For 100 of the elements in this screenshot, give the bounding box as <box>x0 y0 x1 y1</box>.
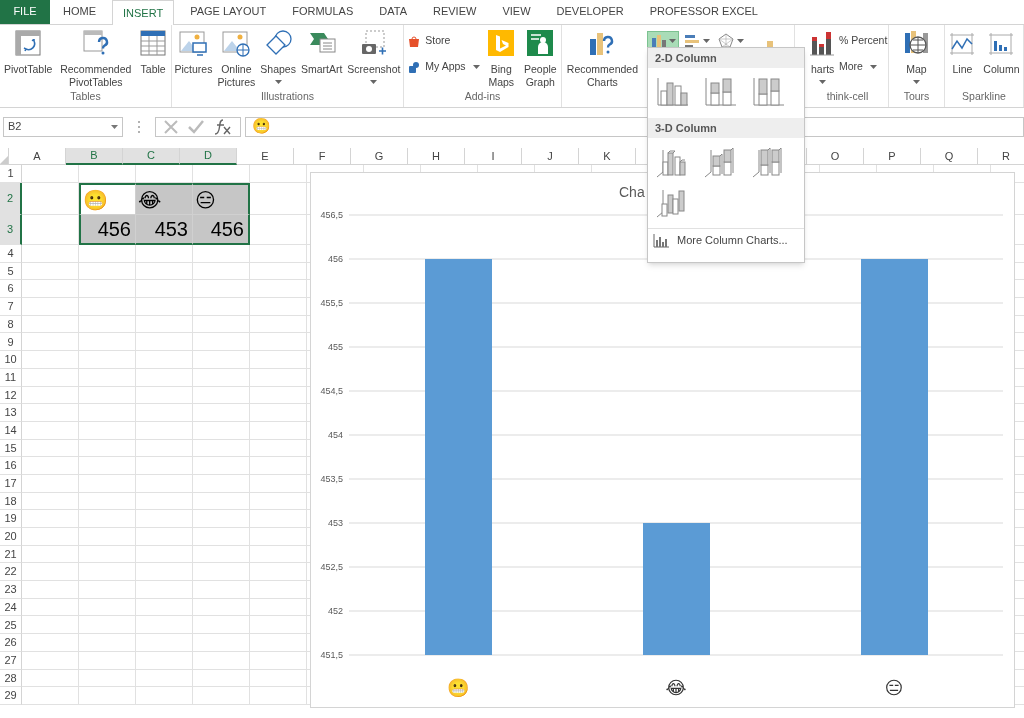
ribbon-tab[interactable]: VIEW <box>489 0 544 24</box>
stacked-column-3d-icon <box>704 147 736 179</box>
row-number[interactable]: 9 <box>0 333 22 352</box>
ribbon-button[interactable]: Online Pictures <box>216 29 257 89</box>
row-number[interactable]: 23 <box>0 581 22 599</box>
axis-tick-label: 456,5 <box>320 210 343 220</box>
ribbon-button[interactable]: Line <box>947 29 978 76</box>
spreadsheet-cell[interactable]: 453 <box>136 215 193 245</box>
row-number[interactable]: 26 <box>0 634 22 652</box>
letter-heading[interactable]: I <box>465 148 522 165</box>
chart-option[interactable] <box>751 146 785 180</box>
ribbon-button[interactable]: Column <box>982 29 1021 76</box>
row-number[interactable]: 13 <box>0 404 22 422</box>
ribbon-button[interactable]: Recommended Charts <box>565 29 639 89</box>
ribbon-button[interactable]: Store <box>407 31 480 51</box>
grip-icon <box>137 119 141 134</box>
ribbon-button[interactable]: People Graph <box>522 29 558 89</box>
axis-tick-label: 454 <box>327 430 343 440</box>
dropdown-arrow-icon <box>111 124 118 129</box>
more-column-charts-item[interactable]: More Column Charts... <box>648 228 804 252</box>
ribbon-button[interactable]: harts <box>807 29 838 84</box>
letter-heading[interactable]: Q <box>921 148 978 165</box>
row-number[interactable]: 1 <box>0 165 22 183</box>
ribbon-button[interactable]: Map <box>901 29 932 84</box>
ribbon-tab[interactable]: PROFESSOR EXCEL <box>636 0 771 24</box>
ribbon-tab[interactable]: DATA <box>366 0 420 24</box>
ribbon-tab[interactable]: INSERT <box>112 0 175 25</box>
letter-heading[interactable]: J <box>522 148 579 165</box>
axis-tick-label: 451,5 <box>320 650 343 660</box>
row-number[interactable]: 20 <box>0 528 22 546</box>
ribbon-button[interactable]: My Apps <box>407 57 480 77</box>
chart-icon <box>653 233 669 248</box>
pivot-table-question-icon <box>81 29 110 57</box>
file-tab[interactable]: FILE <box>0 0 50 24</box>
ribbon-button[interactable]: % Percent <box>838 31 888 51</box>
letter-heading[interactable]: B <box>66 148 123 165</box>
row-number[interactable]: 2 <box>0 183 22 215</box>
clustered-column-3d-icon <box>656 147 688 179</box>
letter-heading[interactable]: P <box>864 148 921 165</box>
ribbon-button[interactable]: Bing Maps <box>486 29 517 89</box>
shapes-icon <box>264 29 293 57</box>
row-number[interactable]: 25 <box>0 616 22 635</box>
radar-chart-icon <box>717 33 734 49</box>
cancel-icon[interactable] <box>164 119 178 134</box>
bar-chart-icon <box>683 33 700 49</box>
row-number[interactable]: 4 <box>0 245 22 263</box>
letter-heading[interactable]: C <box>123 148 180 165</box>
row-number[interactable]: 6 <box>0 280 22 299</box>
ribbon-button[interactable]: Screenshot <box>346 29 402 84</box>
letter-heading[interactable]: H <box>408 148 465 165</box>
ribbon-button[interactable]: Recommended PivotTables <box>59 29 133 89</box>
check-icon[interactable] <box>188 119 204 134</box>
ribbon-button[interactable]: PivotTable <box>2 29 54 76</box>
corner-triangle-icon <box>0 156 8 164</box>
row-number[interactable]: 22 <box>0 563 22 582</box>
category-label: 😂 <box>665 677 687 698</box>
axis-tick-label: 455 <box>327 342 343 352</box>
letter-heading[interactable]: E <box>237 148 294 165</box>
ribbon-button[interactable]: Shapes <box>259 29 297 84</box>
column-3d-icon <box>656 187 688 219</box>
camera-icon <box>359 29 388 57</box>
bing-logo-icon <box>487 29 516 57</box>
people-graph-icon <box>526 29 555 57</box>
chart-option[interactable] <box>703 146 737 180</box>
spreadsheet-cell[interactable]: 456 <box>193 215 250 245</box>
group-label: Add-ins <box>463 89 502 104</box>
ribbon-button[interactable]: More <box>838 57 888 77</box>
row-number[interactable]: 29 <box>0 687 22 705</box>
letter-heading[interactable]: G <box>351 148 408 165</box>
letter-heading[interactable]: A <box>9 148 66 165</box>
name-box[interactable]: B2 <box>3 116 123 137</box>
ribbon-tab[interactable]: PAGE LAYOUT <box>177 0 280 24</box>
axis-tick-label: 454,5 <box>320 386 343 396</box>
ribbon-button[interactable]: SmartArt <box>299 29 344 76</box>
spreadsheet-cell[interactable]: 456 <box>79 215 136 245</box>
letter-heading[interactable]: K <box>579 148 636 165</box>
ribbon-tab[interactable]: DEVELOPER <box>543 0 637 24</box>
percent-stacked-column-3d-icon <box>752 147 784 179</box>
axis-tick-label: 452,5 <box>320 562 343 572</box>
ribbon-button[interactable]: Pictures <box>173 29 214 76</box>
spreadsheet-cell[interactable]: 😂 <box>136 183 193 215</box>
ribbon-tab[interactable]: REVIEW <box>420 0 490 24</box>
row-number[interactable]: 19 <box>0 510 22 528</box>
letter-heading[interactable]: D <box>180 148 237 165</box>
spreadsheet-cell[interactable]: 😑 <box>193 183 250 215</box>
picture-icon <box>179 29 208 57</box>
ribbon-button[interactable]: Table <box>138 29 169 76</box>
ribbon-tab[interactable]: HOME <box>50 0 109 24</box>
axis-tick-label: 455,5 <box>320 298 343 308</box>
row-number[interactable]: 16 <box>0 457 22 475</box>
row-number[interactable]: 3 <box>0 215 22 245</box>
function-icon[interactable] <box>214 118 232 135</box>
dropdown-arrow-icon <box>702 39 710 43</box>
stacked-bar-chart-icon <box>808 29 837 57</box>
dropdown-arrow-icon <box>668 39 676 43</box>
letter-heading[interactable]: F <box>294 148 351 165</box>
letter-heading[interactable]: O <box>807 148 864 165</box>
row-number[interactable]: 10 <box>0 351 22 369</box>
row-number[interactable]: 7 <box>0 298 22 316</box>
ribbon-tab[interactable]: FORMULAS <box>279 0 367 24</box>
